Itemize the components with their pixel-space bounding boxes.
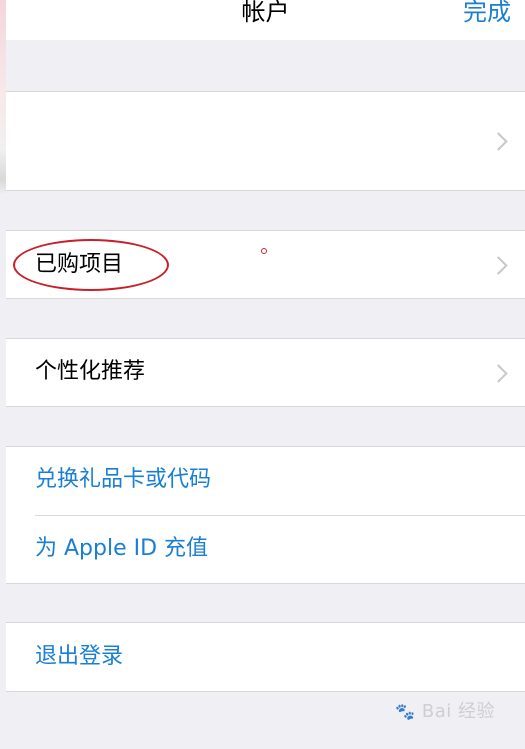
chevron-right-icon: [489, 364, 508, 383]
watermark-text: Bai 经验: [421, 701, 495, 722]
funds-group: 兑换礼品卡或代码 为 Apple ID 充值: [6, 446, 525, 584]
chevron-right-icon: [489, 132, 508, 151]
navigation-bar: 帐户 完成: [6, 0, 525, 40]
personalized-recommendations-cell[interactable]: 个性化推荐: [6, 338, 525, 407]
annotation-ellipse: [13, 239, 169, 291]
chevron-right-icon: [489, 256, 508, 275]
page-title: 帐户: [241, 0, 290, 26]
apple-id-cell[interactable]: [6, 91, 525, 191]
watermark: 🐾 Bai 经验: [395, 697, 495, 723]
sign-out-link[interactable]: 退出登录: [35, 642, 123, 672]
add-funds-cell[interactable]: 为 Apple ID 充值: [6, 516, 525, 584]
annotation-dot: [261, 248, 267, 254]
paw-icon: 🐾: [395, 702, 416, 721]
done-button[interactable]: 完成: [463, 0, 511, 28]
add-funds-link[interactable]: 为 Apple ID 充值: [35, 534, 208, 564]
redeem-gift-card-link[interactable]: 兑换礼品卡或代码: [35, 465, 211, 495]
sign-out-cell[interactable]: 退出登录: [6, 622, 525, 692]
personalized-recommendations-label: 个性化推荐: [35, 359, 146, 384]
redeem-cell[interactable]: 兑换礼品卡或代码: [6, 447, 525, 515]
